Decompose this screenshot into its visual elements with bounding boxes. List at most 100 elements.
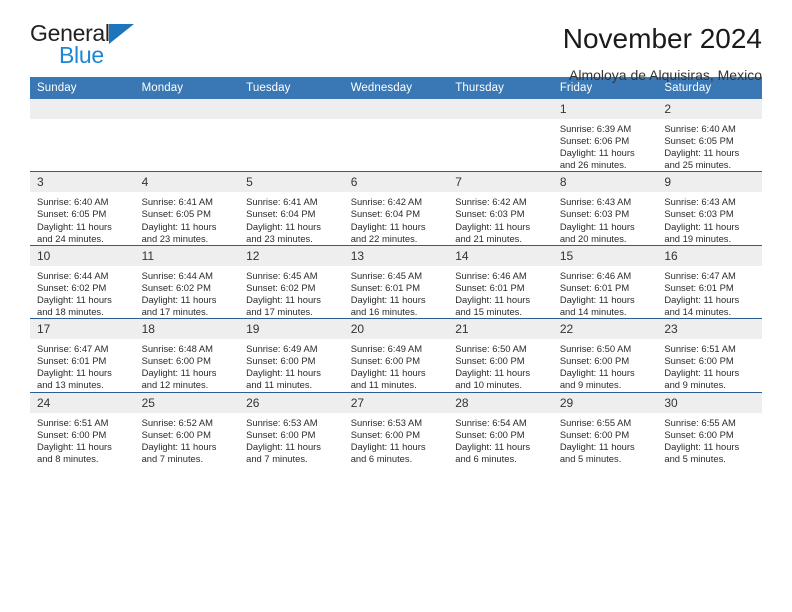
day-number: 19 — [239, 319, 344, 340]
daylight-text-line1: Daylight: 11 hours — [455, 293, 531, 305]
weekday-header-thursday: Thursday — [448, 77, 553, 99]
daylight-text-line2: and 21 minutes. — [455, 232, 522, 244]
day-cell[interactable]: 30 Sunrise: 6:55 AM Sunset: 6:00 PM Dayl… — [657, 391, 762, 465]
day-number: 29 — [552, 392, 658, 413]
day-details: Sunrise: 6:46 AM Sunset: 6:01 PM Dayligh… — [553, 266, 658, 318]
daylight-text-line1: Daylight: 11 hours — [664, 147, 740, 159]
sunset-text: Sunset: 6:00 PM — [246, 428, 316, 440]
day-cell[interactable]: 15 Sunrise: 6:46 AM Sunset: 6:01 PM Dayl… — [552, 244, 658, 319]
daylight-text-line2: and 20 minutes. — [559, 232, 627, 244]
day-details: Sunrise: 6:50 AM Sunset: 6:00 PM Dayligh… — [553, 339, 658, 391]
daylight-text-line2: and 9 minutes. — [559, 379, 622, 391]
day-cell[interactable]: 19 Sunrise: 6:49 AM Sunset: 6:00 PM Dayl… — [239, 318, 344, 392]
sunset-text: Sunset: 6:00 PM — [141, 428, 211, 440]
daylight-text-line2: and 13 minutes. — [37, 379, 104, 391]
day-cell[interactable]: 26 Sunrise: 6:53 AM Sunset: 6:00 PM Dayl… — [239, 391, 344, 465]
day-cell[interactable]: 16 Sunrise: 6:47 AM Sunset: 6:01 PM Dayl… — [657, 244, 762, 319]
sunrise-text: Sunrise: 6:51 AM — [664, 343, 736, 355]
calendar-week-row: 10 Sunrise: 6:44 AM Sunset: 6:02 PM Dayl… — [30, 244, 762, 319]
daylight-text-line2: and 18 minutes. — [37, 306, 104, 318]
general-blue-logo[interactable]: General Blue — [30, 22, 150, 70]
day-cell[interactable]: 5 Sunrise: 6:41 AM Sunset: 6:04 PM Dayli… — [239, 171, 344, 246]
day-cell[interactable]: 6 Sunrise: 6:42 AM Sunset: 6:04 PM Dayli… — [343, 171, 449, 246]
weekday-header-wednesday: Wednesday — [343, 77, 449, 99]
weekday-header-tuesday: Tuesday — [239, 77, 344, 99]
daylight-text-line1: Daylight: 11 hours — [664, 220, 740, 232]
sunrise-text: Sunrise: 6:49 AM — [246, 343, 318, 355]
daylight-text-line2: and 5 minutes. — [559, 452, 622, 464]
day-number: 4 — [134, 172, 240, 193]
sunrise-text: Sunrise: 6:44 AM — [141, 269, 213, 281]
daylight-text-line1: Daylight: 11 hours — [664, 440, 740, 452]
daylight-text-line2: and 7 minutes. — [246, 452, 308, 464]
daylight-text-line1: Daylight: 11 hours — [246, 293, 321, 305]
daylight-text-line2: and 9 minutes. — [664, 379, 726, 391]
day-details: Sunrise: 6:40 AM Sunset: 6:05 PM Dayligh… — [657, 119, 762, 171]
day-cell[interactable]: 7 Sunrise: 6:42 AM Sunset: 6:03 PM Dayli… — [448, 171, 553, 246]
sunset-text: Sunset: 6:00 PM — [455, 428, 525, 440]
page-header: General Blue November 2024 Almoloya de A… — [30, 0, 762, 84]
day-cell[interactable]: 3 Sunrise: 6:40 AM Sunset: 6:05 PM Dayli… — [30, 171, 135, 246]
day-number: 2 — [657, 99, 762, 119]
day-cell[interactable]: 27 Sunrise: 6:53 AM Sunset: 6:00 PM Dayl… — [343, 391, 449, 465]
sunset-text: Sunset: 6:02 PM — [246, 281, 316, 293]
day-cell[interactable]: 11 Sunrise: 6:44 AM Sunset: 6:02 PM Dayl… — [134, 244, 240, 319]
sunrise-text: Sunrise: 6:44 AM — [37, 269, 109, 281]
day-details: Sunrise: 6:44 AM Sunset: 6:02 PM Dayligh… — [30, 266, 135, 318]
day-cell[interactable]: 18 Sunrise: 6:48 AM Sunset: 6:00 PM Dayl… — [134, 318, 240, 392]
day-cell[interactable]: 2 Sunrise: 6:40 AM Sunset: 6:05 PM Dayli… — [657, 99, 762, 172]
day-details: Sunrise: 6:55 AM Sunset: 6:00 PM Dayligh… — [553, 413, 658, 465]
daylight-text-line1: Daylight: 11 hours — [141, 293, 217, 305]
day-cell[interactable]: 28 Sunrise: 6:54 AM Sunset: 6:00 PM Dayl… — [448, 391, 553, 465]
day-cell[interactable]: 13 Sunrise: 6:45 AM Sunset: 6:01 PM Dayl… — [343, 244, 449, 319]
daylight-text-line1: Daylight: 11 hours — [37, 220, 112, 232]
day-cell[interactable]: 4 Sunrise: 6:41 AM Sunset: 6:05 PM Dayli… — [134, 171, 240, 246]
day-details: Sunrise: 6:52 AM Sunset: 6:00 PM Dayligh… — [135, 413, 240, 465]
day-cell[interactable]: 23 Sunrise: 6:51 AM Sunset: 6:00 PM Dayl… — [657, 318, 762, 392]
day-details: Sunrise: 6:47 AM Sunset: 6:01 PM Dayligh… — [657, 266, 762, 318]
day-cell[interactable]: 20 Sunrise: 6:49 AM Sunset: 6:00 PM Dayl… — [343, 318, 449, 392]
day-details: Sunrise: 6:53 AM Sunset: 6:00 PM Dayligh… — [344, 413, 449, 465]
day-cell[interactable]: 9 Sunrise: 6:43 AM Sunset: 6:03 PM Dayli… — [657, 171, 762, 246]
day-cell[interactable]: 21 Sunrise: 6:50 AM Sunset: 6:00 PM Dayl… — [448, 318, 553, 392]
daylight-text-line1: Daylight: 11 hours — [350, 220, 426, 232]
day-cell[interactable]: 1 Sunrise: 6:39 AM Sunset: 6:06 PM Dayli… — [552, 99, 658, 172]
sunrise-text: Sunrise: 6:55 AM — [559, 416, 632, 428]
day-details: Sunrise: 6:51 AM Sunset: 6:00 PM Dayligh… — [30, 413, 135, 465]
day-number: 15 — [552, 245, 658, 266]
day-number: 14 — [448, 245, 553, 266]
day-number: 17 — [30, 319, 135, 340]
day-details: Sunrise: 6:41 AM Sunset: 6:04 PM Dayligh… — [239, 192, 344, 244]
day-cell[interactable]: 14 Sunrise: 6:46 AM Sunset: 6:01 PM Dayl… — [448, 244, 553, 319]
daylight-text-line1: Daylight: 11 hours — [350, 293, 426, 305]
sunset-text: Sunset: 6:02 PM — [37, 281, 107, 293]
logo-text-blue: Blue — [59, 42, 104, 68]
day-details: Sunrise: 6:44 AM Sunset: 6:02 PM Dayligh… — [135, 266, 240, 318]
sunrise-text: Sunrise: 6:48 AM — [141, 343, 213, 355]
day-cell[interactable]: 22 Sunrise: 6:50 AM Sunset: 6:00 PM Dayl… — [552, 318, 658, 392]
day-cell[interactable]: 24 Sunrise: 6:51 AM Sunset: 6:00 PM Dayl… — [30, 391, 135, 465]
day-number: 5 — [239, 172, 344, 193]
day-cell[interactable]: 17 Sunrise: 6:47 AM Sunset: 6:01 PM Dayl… — [30, 318, 135, 392]
daylight-text-line1: Daylight: 11 hours — [455, 220, 531, 232]
sunrise-text: Sunrise: 6:42 AM — [350, 196, 423, 208]
day-number: 9 — [657, 172, 762, 193]
day-cell[interactable]: 29 Sunrise: 6:55 AM Sunset: 6:00 PM Dayl… — [552, 391, 658, 465]
day-cell[interactable]: 8 Sunrise: 6:43 AM Sunset: 6:03 PM Dayli… — [552, 171, 658, 246]
day-cell[interactable]: 10 Sunrise: 6:44 AM Sunset: 6:02 PM Dayl… — [30, 244, 135, 319]
sunrise-text: Sunrise: 6:46 AM — [455, 269, 527, 281]
sunset-text: Sunset: 6:00 PM — [559, 355, 630, 367]
sunset-text: Sunset: 6:05 PM — [37, 208, 107, 220]
day-details: Sunrise: 6:55 AM Sunset: 6:00 PM Dayligh… — [657, 413, 762, 465]
daylight-text-line1: Daylight: 11 hours — [664, 293, 740, 305]
day-cell[interactable]: 12 Sunrise: 6:45 AM Sunset: 6:02 PM Dayl… — [239, 244, 344, 319]
day-cell[interactable]: 25 Sunrise: 6:52 AM Sunset: 6:00 PM Dayl… — [134, 391, 240, 465]
sunrise-text: Sunrise: 6:40 AM — [664, 123, 736, 134]
calendar-week-row: 3 Sunrise: 6:40 AM Sunset: 6:05 PM Dayli… — [30, 171, 762, 246]
day-details: Sunrise: 6:39 AM Sunset: 6:06 PM Dayligh… — [553, 119, 658, 171]
day-details: Sunrise: 6:50 AM Sunset: 6:00 PM Dayligh… — [448, 339, 553, 391]
sunset-text: Sunset: 6:05 PM — [141, 208, 211, 220]
calendar-body: 1 Sunrise: 6:39 AM Sunset: 6:06 PM Dayli… — [30, 99, 762, 465]
daylight-text-line1: Daylight: 11 hours — [559, 440, 635, 452]
sunset-text: Sunset: 6:00 PM — [350, 428, 420, 440]
